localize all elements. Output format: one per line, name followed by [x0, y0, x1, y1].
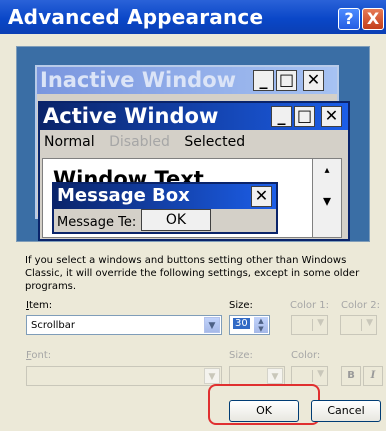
bold-button: B	[341, 366, 361, 386]
chevron-down-icon: ▼	[267, 368, 283, 384]
color2-label: Color 2:	[341, 300, 381, 311]
message-box-title-bar[interactable]: Message Box ✕	[54, 184, 276, 209]
help-button[interactable]: ?	[338, 8, 360, 30]
color1-picker: ▼	[291, 315, 328, 335]
size-value: 30	[233, 318, 250, 329]
advanced-appearance-dialog: Advanced Appearance ? X Inactive Window …	[0, 0, 386, 431]
message-box-preview[interactable]: Message Box ✕ Message Te: OK	[52, 182, 278, 234]
inactive-window-title: Inactive Window	[40, 68, 237, 92]
preview-scrollbar[interactable]: ▴ ▾	[312, 158, 342, 238]
item-select[interactable]: Scrollbar ▼	[26, 315, 222, 335]
menu-selected[interactable]: Selected	[184, 134, 245, 150]
spin-arrows-icon[interactable]: ▲ ▼	[254, 317, 268, 333]
chevron-down-icon: ▼	[204, 368, 220, 384]
cancel-button[interactable]: Cancel	[311, 400, 381, 422]
maximize-icon: □	[276, 70, 297, 91]
chevron-down-icon[interactable]: ▼	[204, 317, 220, 333]
appearance-preview[interactable]: Inactive Window _ □ ✕ Active Window _ □ …	[16, 46, 370, 242]
font-label: Font:	[26, 350, 52, 361]
message-box-title: Message Box	[57, 185, 190, 206]
close-icon: ✕	[251, 186, 272, 207]
menu-normal[interactable]: Normal	[44, 134, 95, 150]
color2-picker: ▼	[340, 315, 377, 335]
item-label: Item:	[26, 300, 53, 311]
window-title: Advanced Appearance	[8, 5, 264, 29]
active-window-title: Active Window	[43, 104, 219, 128]
active-title-bar[interactable]: Active Window _ □ ✕	[40, 103, 348, 130]
font-size-select: ▼	[229, 366, 285, 386]
size-stepper[interactable]: 30 ▲ ▼	[229, 315, 270, 335]
close-button[interactable]: X	[362, 8, 384, 30]
preview-menu-bar[interactable]: Normal Disabled Selected	[44, 134, 255, 150]
menu-disabled[interactable]: Disabled	[109, 134, 170, 150]
font-size-label: Size:	[229, 350, 253, 361]
minimize-icon: _	[271, 106, 292, 127]
chevron-down-icon: ▼	[366, 318, 373, 328]
scroll-down-arrow-icon[interactable]: ▾	[313, 191, 341, 210]
close-icon: ✕	[321, 106, 342, 127]
font-color-label: Color:	[291, 350, 321, 361]
maximize-icon: □	[294, 106, 315, 127]
message-ok-button[interactable]: OK	[141, 209, 211, 231]
ok-button[interactable]: OK	[229, 400, 299, 422]
color1-label: Color 1:	[290, 300, 330, 311]
info-text: If you select a windows and buttons sett…	[25, 255, 360, 292]
scroll-up-arrow-icon[interactable]: ▴	[313, 165, 341, 176]
close-icon: ✕	[303, 70, 324, 91]
size-label: Size:	[229, 300, 253, 311]
title-bar[interactable]: Advanced Appearance ? X	[0, 0, 386, 34]
font-color-picker: ▼	[291, 366, 328, 386]
minimize-icon: _	[253, 70, 274, 91]
item-select-value: Scrollbar	[31, 320, 75, 331]
font-select: ▼	[26, 366, 222, 386]
chevron-down-icon: ▼	[317, 318, 324, 328]
inactive-title-bar[interactable]: Inactive Window _ □ ✕	[37, 67, 337, 94]
message-text: Message Te:	[57, 215, 137, 230]
italic-button: I	[363, 366, 383, 386]
chevron-down-icon: ▼	[317, 369, 324, 379]
